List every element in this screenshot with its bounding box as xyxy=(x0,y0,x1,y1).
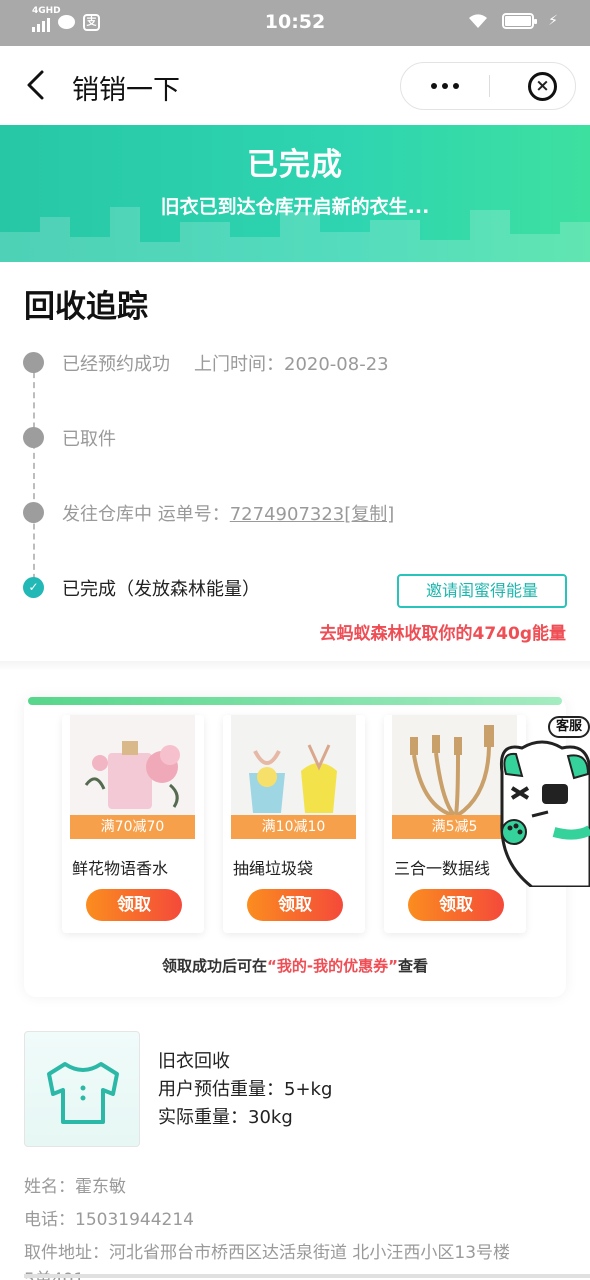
my-coupons-link: “我的-我的优惠券” xyxy=(267,957,398,975)
step-dot-icon xyxy=(23,427,44,448)
tracking-title: 回收追踪 xyxy=(24,289,148,325)
step-dot-icon xyxy=(23,352,44,373)
wifi-icon xyxy=(469,14,488,28)
copy-link[interactable]: [复制] xyxy=(344,504,394,525)
forest-energy-link[interactable]: 去蚂蚁森林收取你的4740g能量 xyxy=(320,619,566,644)
invite-friend-button[interactable]: 邀请闺蜜得能量 xyxy=(397,574,567,608)
page-title: 销销一下 xyxy=(72,75,180,106)
charging-icon: ⚡ xyxy=(548,13,558,29)
tshirt-icon xyxy=(47,1062,119,1124)
product-name: 三合一数据线 xyxy=(394,859,491,878)
banner-title: 已完成 xyxy=(247,147,343,183)
product-name: 鲜花物语香水 xyxy=(72,859,169,878)
waybill-number-link[interactable]: 7274907323 xyxy=(230,504,345,525)
timeline-line xyxy=(33,362,35,590)
nav-bar: 销销一下 × xyxy=(0,46,590,125)
banner-subtitle: 旧衣已到达仓库开启新的衣生... xyxy=(160,196,430,218)
step-shipping: 发往仓库中 运单号：7274907323[复制] xyxy=(22,496,572,530)
clothes-recycle-thumbnail xyxy=(24,1031,140,1147)
coupon-hint: 领取成功后可在“我的-我的优惠券”查看 xyxy=(162,957,428,975)
capsule-divider xyxy=(489,75,490,97)
step-picked-up: 已取件 xyxy=(22,421,572,455)
claim-button[interactable]: 领取 xyxy=(247,889,343,921)
pickup-address: 取件地址：河北省邢台市桥西区达活泉街道 北小汪西小区13号楼 xyxy=(24,1243,511,1263)
recycle-details: 旧衣回收 用户预估重量：5+kg 实际重量：30kg xyxy=(158,1048,332,1132)
status-banner: 已完成 旧衣已到达仓库开启新的衣生... xyxy=(0,125,590,262)
mini-program-capsule: × xyxy=(400,62,576,110)
step-dot-icon xyxy=(23,502,44,523)
step-label: 已完成（发放森林能量） xyxy=(62,579,260,600)
step-label: 已取件 xyxy=(62,429,116,450)
back-icon[interactable] xyxy=(22,68,52,102)
status-right: ⚡ xyxy=(468,13,558,29)
coupon-card: 满70减70 鲜花物语香水 领取 满10减10 抽绳垃圾袋 领取 满5减5 三合… xyxy=(24,697,566,997)
customer-service-label[interactable]: 客服 xyxy=(548,716,590,738)
coupon-item-trash-bag[interactable]: 满10减10 抽绳垃圾袋 领取 xyxy=(223,715,365,933)
pickup-time: 上门时间：2020-08-23 xyxy=(194,354,389,375)
claim-button[interactable]: 领取 xyxy=(86,889,182,921)
card-accent-bar xyxy=(28,697,562,705)
more-icon[interactable] xyxy=(401,63,489,109)
coupon-tag: 满70减70 xyxy=(70,815,195,839)
estimated-weight: 用户预估重量：5+kg xyxy=(158,1079,333,1100)
step-label: 发往仓库中 运单号： xyxy=(62,504,230,525)
check-icon: ✓ xyxy=(23,577,44,598)
close-icon[interactable]: × xyxy=(528,72,557,101)
contact-name: 姓名：霍东敏 xyxy=(24,1177,126,1197)
bottom-divider xyxy=(24,1274,590,1278)
customer-service-mascot-icon[interactable] xyxy=(492,712,590,887)
coupon-item-perfume[interactable]: 满70减70 鲜花物语香水 领取 xyxy=(62,715,204,933)
coupon-tag: 满10减10 xyxy=(231,815,356,839)
status-bar: 4GHD 支 10:52 ⚡ xyxy=(0,0,590,46)
claim-button[interactable]: 领取 xyxy=(408,889,504,921)
actual-weight: 实际重量：30kg xyxy=(158,1107,293,1128)
section-divider xyxy=(0,661,590,671)
contact-phone: 电话：15031944214 xyxy=(24,1210,194,1230)
recycle-type: 旧衣回收 xyxy=(158,1051,230,1072)
step-booked: 已经预约成功 上门时间：2020-08-23 xyxy=(22,346,572,380)
contact-info: 姓名：霍东敏 电话：15031944214 取件地址：河北省邢台市桥西区达活泉街… xyxy=(24,1171,510,1280)
product-name: 抽绳垃圾袋 xyxy=(233,859,314,878)
battery-icon xyxy=(502,13,538,29)
step-label: 已经预约成功 xyxy=(62,354,170,375)
